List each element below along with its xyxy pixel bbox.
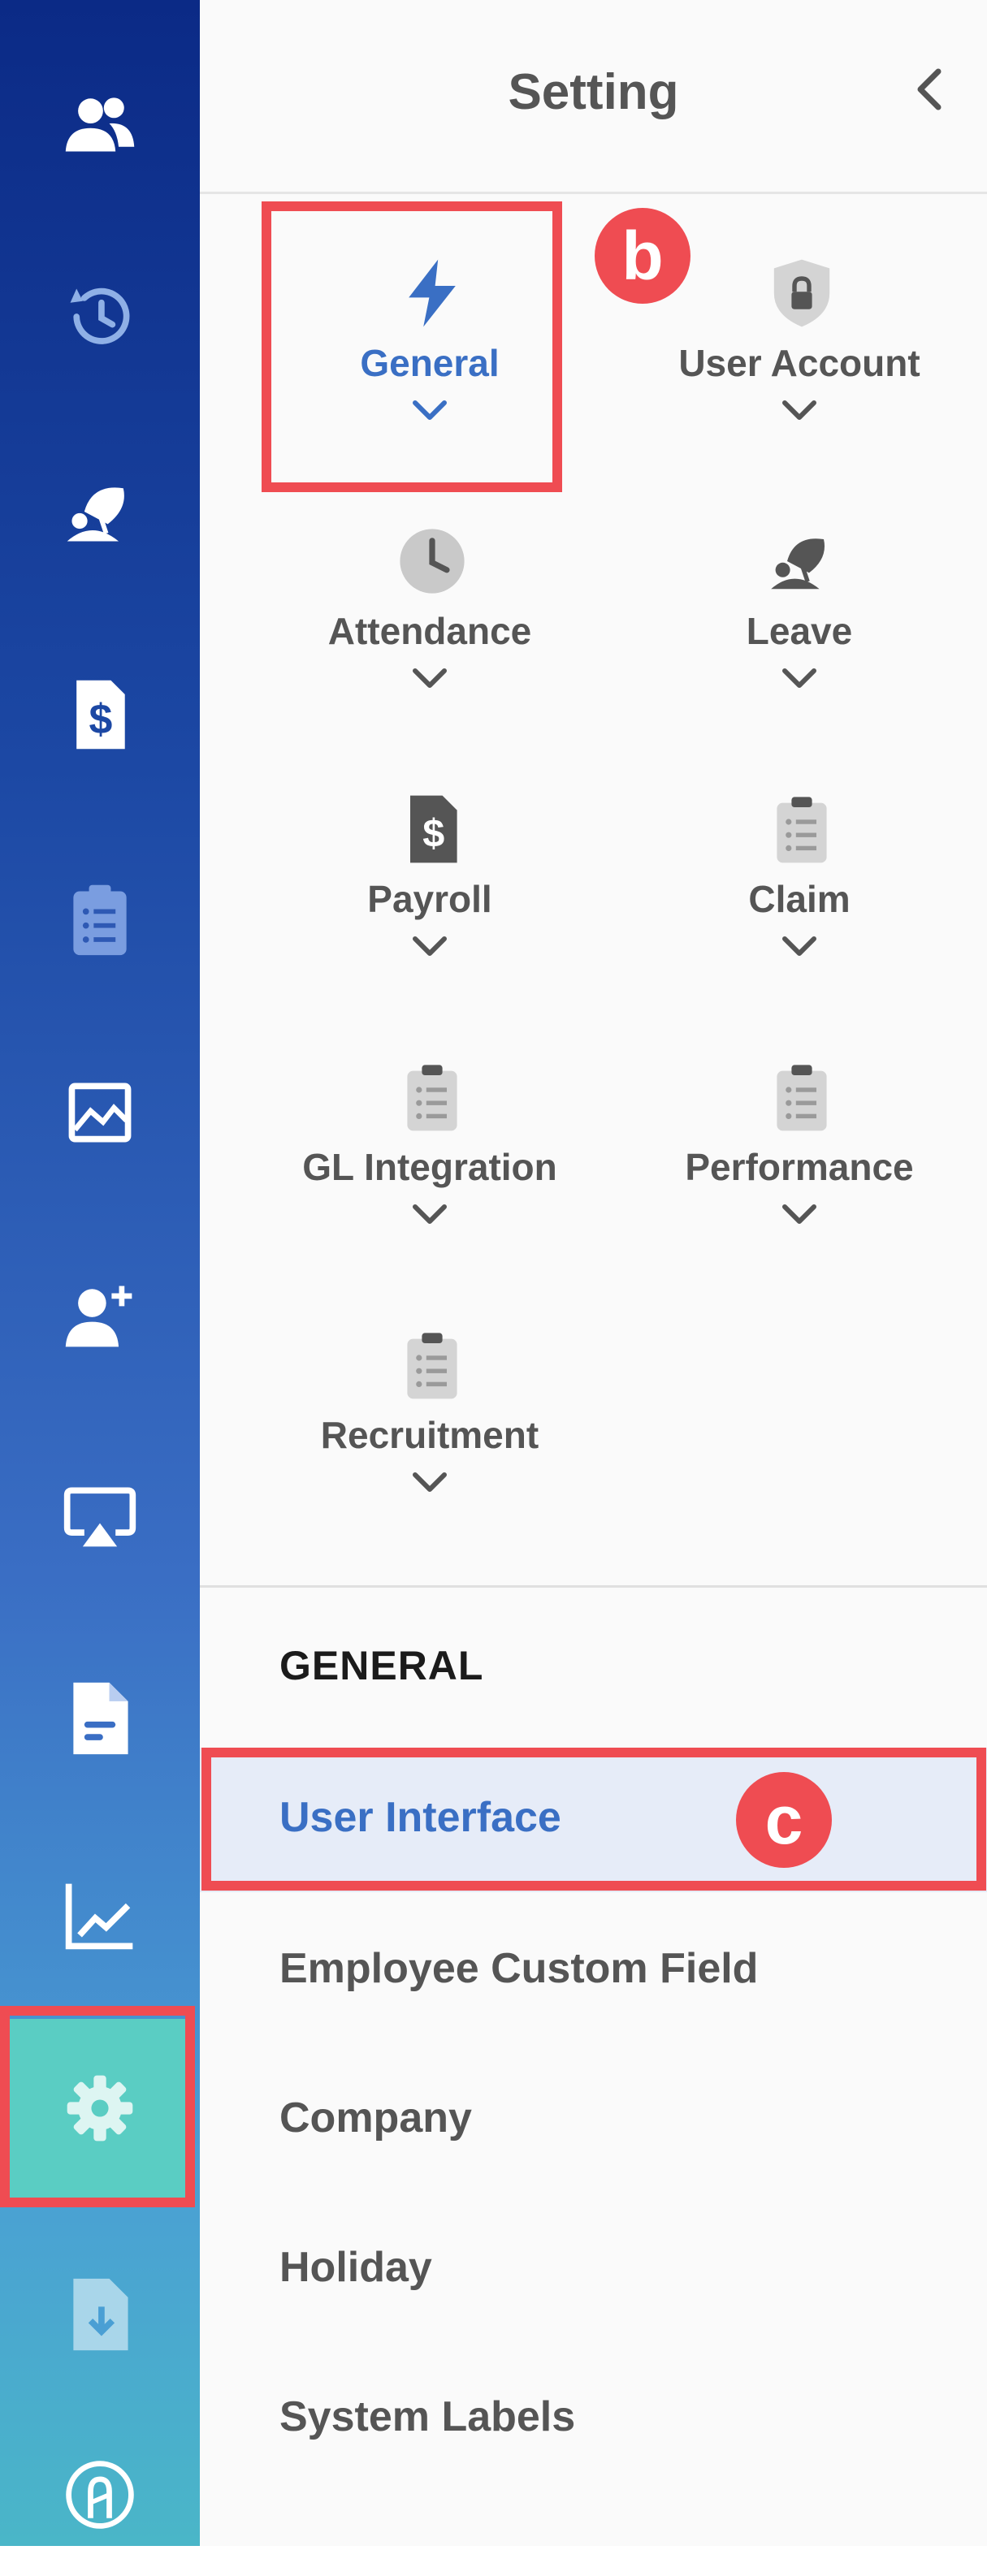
section-title: GENERAL	[279, 1643, 484, 1688]
menu-item-label: Holiday	[279, 2244, 432, 2291]
pen-icon	[66, 2461, 134, 2529]
category-payroll[interactable]: $ Payroll	[251, 763, 608, 1023]
category-gl-integration[interactable]: GL Integration	[251, 1031, 608, 1291]
annotation-frame-c	[201, 1748, 986, 1891]
people-icon	[65, 97, 135, 152]
chevron-left-icon	[917, 68, 942, 110]
category-label: Performance	[685, 1146, 914, 1188]
category-label: Attendance	[327, 610, 532, 652]
category-label: User Account	[678, 342, 920, 384]
section-divider	[200, 1585, 987, 1588]
annotation-frame-a	[0, 2006, 195, 2207]
payroll-icon: $	[410, 795, 457, 863]
download-icon	[73, 2278, 128, 2351]
category-label: Claim	[748, 878, 851, 920]
page-title: Setting	[508, 64, 679, 120]
category-label: Payroll	[367, 878, 492, 920]
chart-icon	[65, 1883, 133, 1950]
rail-item-documents[interactable]	[0, 1637, 200, 1800]
rail-item-reports[interactable]	[0, 1031, 200, 1194]
image-icon	[68, 1083, 132, 1143]
category-attendance[interactable]: Attendance	[251, 495, 608, 755]
add-user-icon	[65, 1286, 132, 1347]
beach-icon	[771, 538, 825, 590]
menu-item-company[interactable]: Company	[200, 2048, 987, 2193]
category-claim[interactable]: Claim	[621, 763, 978, 1023]
chevron-down-icon	[413, 936, 447, 956]
clock-icon	[400, 529, 465, 594]
chevron-down-icon	[782, 400, 816, 420]
svg-text:$: $	[422, 812, 444, 856]
category-label: Leave	[746, 610, 853, 652]
clipboard-icon	[777, 797, 827, 863]
category-label: GL Integration	[302, 1146, 557, 1188]
annotation-badge-b: b	[595, 208, 690, 304]
menu-item-label: System Labels	[279, 2393, 576, 2440]
rail-item-analytics[interactable]	[0, 1834, 200, 1996]
rail-item-people[interactable]	[0, 42, 200, 205]
menu-item-label: Company	[279, 2094, 472, 2142]
annotation-badge-c: c	[736, 1772, 832, 1868]
history-icon	[70, 287, 130, 344]
rail-item-recruit[interactable]	[0, 1233, 200, 1395]
clipboard-icon	[73, 884, 127, 956]
rail-item-payroll[interactable]: $	[0, 633, 200, 796]
payroll-icon: $	[76, 680, 125, 750]
category-recruitment[interactable]: Recruitment	[251, 1299, 608, 1559]
annotation-frame-b	[262, 201, 562, 492]
menu-item-holiday[interactable]: Holiday	[200, 2198, 987, 2342]
clipboard-icon	[777, 1065, 827, 1131]
category-performance[interactable]: Performance	[621, 1031, 978, 1291]
menu-item-label: Employee Custom Field	[279, 1945, 759, 1992]
rail-item-leave[interactable]	[0, 430, 200, 593]
rail-item-claim[interactable]	[0, 838, 200, 1001]
chevron-down-icon	[413, 668, 447, 688]
chevron-down-icon	[782, 668, 816, 688]
clipboard-icon	[407, 1333, 457, 1399]
clipboard-icon	[407, 1065, 457, 1131]
shield-icon	[773, 259, 830, 327]
rail-item-present[interactable]	[0, 1434, 200, 1597]
category-label: Recruitment	[320, 1414, 539, 1456]
collapse-button[interactable]	[906, 65, 955, 114]
svg-text:$: $	[89, 695, 113, 742]
chevron-down-icon	[413, 1204, 447, 1224]
category-leave[interactable]: Leave	[621, 495, 978, 755]
chevron-down-icon	[782, 936, 816, 956]
document-icon	[73, 1682, 128, 1755]
menu-item-system-labels[interactable]: System Labels	[200, 2347, 987, 2492]
chevron-down-icon	[782, 1204, 816, 1224]
rail-item-sign[interactable]	[0, 2414, 200, 2576]
airplay-icon	[63, 1487, 136, 1547]
rail-item-history[interactable]	[0, 236, 200, 398]
rail-item-export[interactable]	[0, 2233, 200, 2396]
menu-item-employee-custom-field[interactable]: Employee Custom Field	[200, 1899, 987, 2043]
panel-header: Setting	[200, 0, 987, 194]
beach-icon	[67, 487, 124, 542]
chevron-down-icon	[413, 1472, 447, 1492]
